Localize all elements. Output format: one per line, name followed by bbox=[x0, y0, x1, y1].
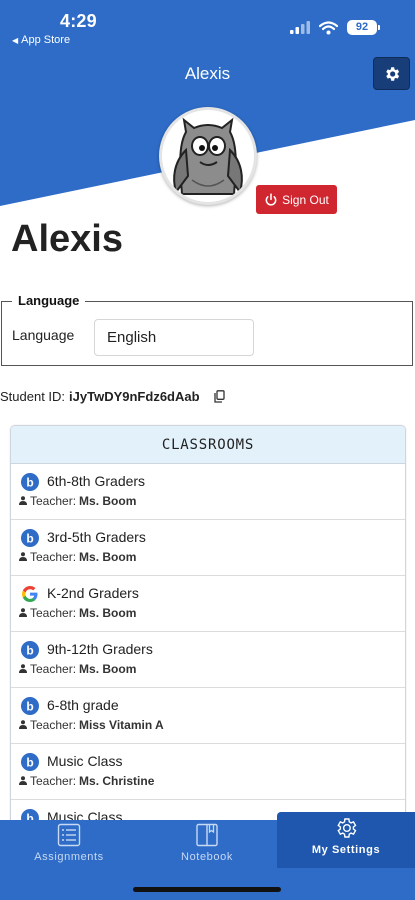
sign-out-button[interactable]: Sign Out bbox=[256, 185, 337, 214]
teacher-label: Teacher: bbox=[30, 774, 77, 788]
sign-out-label: Sign Out bbox=[282, 192, 329, 207]
language-legend: Language bbox=[12, 293, 86, 308]
classroom-name: 3rd-5th Graders bbox=[47, 529, 146, 545]
teacher-label: Teacher: bbox=[30, 718, 77, 732]
owl-avatar-icon bbox=[173, 117, 243, 195]
classroom-row[interactable]: b Music Class Teacher: Ms. Christine bbox=[11, 744, 405, 800]
user-name-heading: Alexis bbox=[11, 218, 123, 260]
classroom-teacher: Teacher: Ms. Christine bbox=[19, 774, 154, 788]
classrooms-card: CLASSROOMS b 6th-8th Graders Teacher: Ms. B… bbox=[10, 425, 406, 845]
language-label: Language bbox=[12, 327, 75, 343]
svg-text:b: b bbox=[26, 476, 33, 490]
student-id: Student ID: iJyTwDY9nFdz6dAab bbox=[0, 389, 225, 404]
gear-icon bbox=[337, 818, 357, 838]
classroom-teacher: Teacher: Ms. Boom bbox=[19, 550, 136, 564]
classroom-name: 9th-12th Graders bbox=[47, 641, 153, 657]
classroom-name: 6th-8th Graders bbox=[47, 473, 146, 489]
wifi-icon bbox=[319, 20, 338, 34]
copy-icon[interactable] bbox=[213, 390, 225, 403]
notebook-icon bbox=[196, 823, 218, 847]
classrooms-title: CLASSROOMS bbox=[11, 426, 405, 464]
classroom-name: 6-8th grade bbox=[47, 697, 119, 713]
student-id-label: Student ID: bbox=[0, 389, 66, 404]
google-logo-icon bbox=[21, 585, 39, 603]
classroom-teacher: Teacher: Miss Vitamin A bbox=[19, 718, 164, 732]
person-icon bbox=[19, 718, 27, 732]
teacher-name: Ms. Boom bbox=[79, 662, 137, 676]
classroom-name: Music Class bbox=[47, 753, 123, 769]
teacher-label: Teacher: bbox=[30, 494, 77, 508]
signal-icon bbox=[290, 21, 310, 34]
person-icon bbox=[19, 774, 27, 788]
teacher-name: Miss Vitamin A bbox=[79, 718, 164, 732]
b-logo-icon: b bbox=[21, 641, 39, 659]
b-logo-icon: b bbox=[21, 753, 39, 771]
teacher-label: Teacher: bbox=[30, 662, 77, 676]
classroom-teacher: Teacher: Ms. Boom bbox=[19, 662, 136, 676]
classroom-list: b 6th-8th Graders Teacher: Ms. Boom b 3rd-5th… bbox=[11, 464, 405, 844]
status-time: 4:29 bbox=[60, 11, 97, 31]
classroom-name: K-2nd Graders bbox=[47, 585, 139, 601]
back-arrow-icon: ◀ bbox=[12, 35, 19, 45]
teacher-label: Teacher: bbox=[30, 550, 77, 564]
tab-my-settings[interactable]: My Settings bbox=[277, 812, 415, 868]
tab-notebook[interactable]: Notebook bbox=[138, 820, 276, 876]
svg-text:b: b bbox=[26, 644, 33, 658]
person-icon bbox=[19, 662, 27, 676]
classroom-row[interactable]: b 6-8th grade Teacher: Miss Vitamin A bbox=[11, 688, 405, 744]
gear-icon bbox=[385, 66, 399, 81]
tab-notebook-label: Notebook bbox=[181, 851, 233, 863]
back-to-app-link[interactable]: ◀ App Store bbox=[12, 34, 70, 46]
person-icon bbox=[19, 550, 27, 564]
classroom-row[interactable]: b 9th-12th Graders Teacher: Ms. Boom bbox=[11, 632, 405, 688]
person-icon bbox=[19, 494, 27, 508]
svg-text:b: b bbox=[26, 532, 33, 546]
status-indicators: 92 bbox=[290, 20, 380, 35]
b-logo-icon: b bbox=[21, 529, 39, 547]
settings-button[interactable] bbox=[373, 57, 410, 90]
teacher-name: Ms. Boom bbox=[79, 494, 137, 508]
svg-text:b: b bbox=[26, 700, 33, 714]
tab-my-settings-label: My Settings bbox=[311, 844, 381, 856]
person-icon bbox=[19, 606, 27, 620]
avatar bbox=[159, 107, 257, 205]
classroom-row[interactable]: K-2nd Graders Teacher: Ms. Boom bbox=[11, 576, 405, 632]
b-logo-icon: b bbox=[21, 473, 39, 491]
classroom-teacher: Teacher: Ms. Boom bbox=[19, 494, 136, 508]
language-fieldset: Language Language English bbox=[1, 293, 413, 366]
teacher-name: Ms. Boom bbox=[79, 550, 137, 564]
language-select[interactable]: English bbox=[94, 319, 254, 356]
teacher-label: Teacher: bbox=[30, 606, 77, 620]
back-app-label: App Store bbox=[21, 34, 71, 46]
teacher-name: Ms. Boom bbox=[79, 606, 137, 620]
classroom-row[interactable]: b 6th-8th Graders Teacher: Ms. Boom bbox=[11, 464, 405, 520]
student-id-value: iJyTwDY9nFdz6dAab bbox=[69, 389, 200, 404]
classroom-row[interactable]: b 3rd-5th Graders Teacher: Ms. Boom bbox=[11, 520, 405, 576]
page-title: Alexis bbox=[184, 64, 231, 83]
tab-assignments-label: Assignments bbox=[34, 851, 104, 863]
classroom-teacher: Teacher: Ms. Boom bbox=[19, 606, 136, 620]
list-icon bbox=[57, 823, 81, 847]
b-logo-icon: b bbox=[21, 697, 39, 715]
home-indicator bbox=[133, 887, 281, 892]
teacher-name: Ms. Christine bbox=[79, 774, 155, 788]
power-icon bbox=[265, 192, 277, 206]
battery-indicator: 92 bbox=[347, 20, 380, 35]
svg-text:b: b bbox=[26, 756, 33, 770]
tab-assignments[interactable]: Assignments bbox=[0, 820, 138, 876]
